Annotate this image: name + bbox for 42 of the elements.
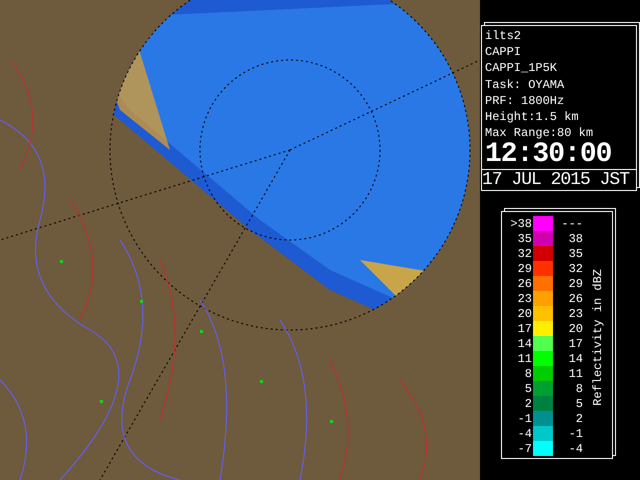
- product-name: CAPPI: [485, 44, 522, 60]
- legend-high-value: ---: [560, 216, 583, 231]
- max-range-label: Max Range:80 km: [485, 125, 594, 142]
- station-name: ilts2: [485, 28, 522, 44]
- legend-low-value: 5: [524, 382, 532, 396]
- legend-high-value: 35: [568, 246, 583, 261]
- prf-label: PRF: 1800Hz: [485, 92, 566, 110]
- task-label: Task: OYAMA: [485, 76, 566, 93]
- date-display: 17 JUL 2015 JST: [482, 169, 636, 190]
- legend-high-value: -1: [568, 426, 583, 441]
- legend-low-value: -4: [516, 426, 532, 441]
- legend-low-value: 26: [516, 276, 532, 291]
- legend-high-value: 20: [568, 322, 583, 336]
- legend-low-value: 11: [516, 352, 532, 366]
- legend-high-value: 17: [568, 336, 583, 351]
- legend-high-value: 29: [568, 276, 583, 291]
- legend-low-value: 14: [516, 336, 532, 351]
- legend-low-value: >38: [509, 216, 532, 231]
- legend-low-value: 20: [516, 306, 532, 321]
- legend-high-value: 5: [574, 396, 583, 411]
- legend-low-value: 17: [516, 322, 532, 336]
- legend-low-value: 23: [516, 292, 532, 306]
- legend-high-value: 11: [568, 366, 583, 381]
- legend-low-value: -7: [516, 442, 532, 456]
- legend-low-value: 29: [516, 262, 532, 276]
- height-label: Height:1.5 km: [485, 109, 580, 126]
- legend-low-value: 2: [524, 396, 532, 411]
- legend-low-value: 35: [516, 232, 532, 246]
- legend-high-value: 23: [568, 306, 583, 321]
- legend-high-value: 8: [574, 382, 583, 396]
- time-display: 12:30:00: [485, 141, 612, 170]
- legend-high-value: -4: [568, 442, 583, 456]
- product-id: CAPPI_1P5K: [485, 60, 558, 77]
- legend-low-value: -1: [516, 412, 532, 426]
- legend-high-value: 38: [568, 232, 583, 246]
- legend-title: Reflectivity in dBZ: [591, 269, 605, 406]
- legend-low-value: 32: [516, 246, 532, 261]
- legend-high-value: 32: [568, 262, 583, 276]
- legend-low-value: 8: [524, 366, 532, 381]
- legend-high-value: 26: [568, 292, 583, 306]
- legend-high-value: 14: [568, 352, 583, 366]
- legend-high-value: 2: [574, 412, 583, 426]
